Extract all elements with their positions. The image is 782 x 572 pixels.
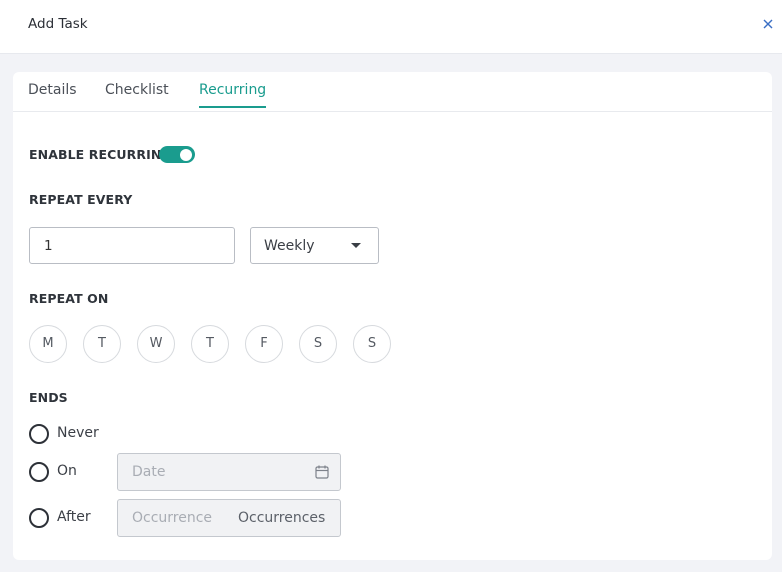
occurrences-suffix: Occurrences (238, 510, 326, 526)
modal-title: Add Task (28, 16, 88, 32)
day-friday[interactable]: F (245, 325, 283, 363)
enable-recurring-toggle[interactable] (159, 146, 195, 163)
day-wednesday[interactable]: W (137, 325, 175, 363)
ends-on-label: On (57, 463, 77, 479)
tab-bar: Details Checklist Recurring (13, 72, 772, 112)
day-saturday[interactable]: S (299, 325, 337, 363)
calendar-icon[interactable] (314, 464, 330, 480)
frequency-value: Weekly (264, 238, 315, 254)
toggle-knob (180, 148, 192, 161)
occurrence-placeholder: Occurrence (132, 510, 213, 526)
task-form-card: Details Checklist Recurring ENABLE RECUR… (13, 72, 772, 560)
ends-on-radio[interactable] (29, 462, 49, 482)
tab-details[interactable]: Details (28, 82, 77, 108)
day-tuesday[interactable]: T (83, 325, 121, 363)
end-date-input[interactable]: Date (117, 453, 341, 491)
day-sunday[interactable]: S (353, 325, 391, 363)
ends-label: ENDS (29, 390, 68, 405)
ends-never-label: Never (57, 425, 99, 441)
repeat-every-label: REPEAT EVERY (29, 192, 133, 207)
enable-recurring-label: ENABLE RECURRING (29, 147, 172, 162)
tab-recurring[interactable]: Recurring (199, 82, 267, 108)
caret-down-icon (351, 243, 361, 248)
modal-header: Add Task (0, 0, 782, 54)
repeat-on-label: REPEAT ON (29, 291, 109, 306)
date-placeholder: Date (132, 464, 166, 480)
day-monday[interactable]: M (29, 325, 67, 363)
frequency-select[interactable]: Weekly (250, 227, 379, 264)
close-icon[interactable] (760, 16, 776, 32)
repeat-interval-input[interactable] (29, 227, 235, 264)
ends-after-radio[interactable] (29, 508, 49, 528)
occurrence-input[interactable]: Occurrence Occurrences (117, 499, 341, 537)
tab-checklist[interactable]: Checklist (105, 82, 169, 108)
ends-after-label: After (57, 509, 91, 525)
day-thursday[interactable]: T (191, 325, 229, 363)
ends-never-radio[interactable] (29, 424, 49, 444)
